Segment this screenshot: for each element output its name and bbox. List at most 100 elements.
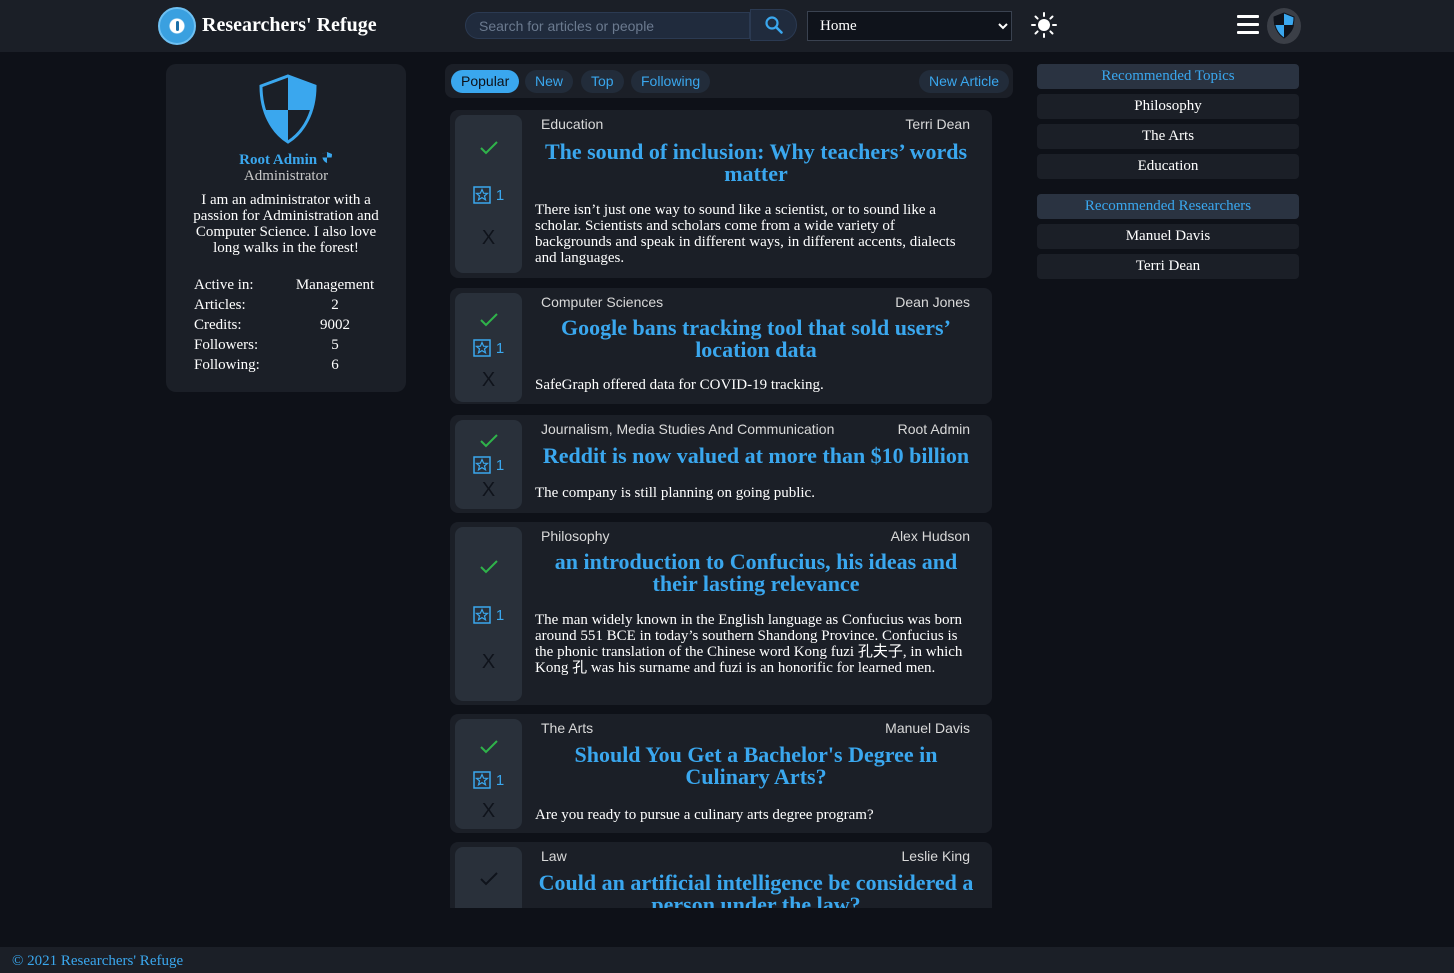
shield-icon bbox=[259, 74, 317, 144]
reject-x: X bbox=[481, 227, 496, 249]
article-topic[interactable]: The Arts bbox=[541, 720, 593, 736]
footer-copyright: © 2021 Researchers' Refuge bbox=[12, 953, 184, 969]
article-card[interactable]: 1 X Computer Sciences Dean Jones Google … bbox=[450, 288, 992, 404]
tab-new[interactable]: New bbox=[525, 70, 574, 93]
tab-following[interactable]: Following bbox=[631, 70, 711, 93]
stat-label: Active in: bbox=[194, 277, 254, 293]
reject-x: X bbox=[481, 800, 496, 822]
search-input[interactable] bbox=[466, 13, 749, 38]
stat-value: 2 bbox=[331, 297, 339, 313]
check-icon bbox=[479, 740, 498, 754]
stat-label: Following: bbox=[194, 357, 260, 373]
vote-column: 1 X bbox=[455, 527, 522, 701]
approve-button[interactable] bbox=[455, 313, 522, 327]
approve-button[interactable] bbox=[455, 560, 522, 574]
approve-button[interactable] bbox=[455, 740, 522, 754]
profile-stats: Active in: Management Articles: 2 Credits:… bbox=[194, 275, 384, 375]
article-title[interactable]: Could an artificial intelligence be cons… bbox=[532, 872, 980, 909]
profile-name[interactable]: Root Admin bbox=[166, 151, 406, 169]
star-count: 1 bbox=[495, 339, 505, 357]
article-author[interactable]: Terri Dean bbox=[905, 116, 970, 132]
theme-toggle-button[interactable] bbox=[1031, 12, 1057, 38]
profile-card: Root Admin Administrator I am an adminis… bbox=[166, 64, 406, 392]
reject-button[interactable]: X bbox=[455, 369, 522, 392]
stat-value: 9002 bbox=[320, 317, 350, 333]
article-title[interactable]: an introduction to Confucius, his ideas … bbox=[532, 551, 980, 595]
article-summary: There isn’t just one way to sound like a… bbox=[535, 202, 956, 266]
shield-icon bbox=[1273, 12, 1295, 39]
check-icon bbox=[479, 872, 498, 886]
article-summary: SafeGraph offered data for COVID-19 trac… bbox=[535, 377, 824, 393]
navigation-select[interactable]: Home bbox=[807, 11, 1012, 41]
article-topic[interactable]: Philosophy bbox=[541, 528, 610, 544]
star-button[interactable]: 1 bbox=[455, 456, 522, 474]
article-author[interactable]: Root Admin bbox=[898, 421, 970, 437]
article-card[interactable]: 1 X The Arts Manuel Davis Should You Get… bbox=[450, 714, 992, 833]
star-button[interactable]: 1 bbox=[455, 771, 522, 789]
approve-button[interactable] bbox=[455, 434, 522, 448]
stat-row-credits: Credits: 9002 bbox=[194, 315, 384, 335]
star-button[interactable]: 1 bbox=[455, 339, 522, 357]
admin-badge-icon bbox=[321, 152, 332, 163]
topic-item[interactable]: Education bbox=[1037, 154, 1299, 179]
search-icon bbox=[764, 16, 783, 34]
footer: © 2021 Researchers' Refuge bbox=[0, 947, 1454, 973]
check-icon bbox=[479, 434, 498, 448]
reject-x: X bbox=[481, 369, 496, 391]
logo-icon[interactable] bbox=[158, 7, 196, 45]
search-button[interactable] bbox=[750, 9, 797, 41]
reject-button[interactable]: X bbox=[455, 800, 522, 823]
article-title[interactable]: Should You Get a Bachelor's Degree in Cu… bbox=[532, 744, 980, 788]
star-count: 1 bbox=[495, 456, 505, 474]
article-topic[interactable]: Computer Sciences bbox=[541, 294, 663, 310]
article-author[interactable]: Manuel Davis bbox=[885, 720, 970, 736]
reject-button[interactable]: X bbox=[455, 227, 522, 250]
article-card[interactable]: 1 X Journalism, Media Studies And Commun… bbox=[450, 415, 992, 513]
reject-button[interactable]: X bbox=[455, 651, 522, 674]
researcher-item[interactable]: Terri Dean bbox=[1037, 254, 1299, 279]
tab-popular[interactable]: Popular bbox=[451, 70, 520, 93]
article-card[interactable]: 1 X Education Terri Dean The sound of in… bbox=[450, 110, 992, 278]
article-card[interactable]: 1 X Philosophy Alex Hudson an introducti… bbox=[450, 522, 992, 705]
star-button[interactable]: 1 bbox=[455, 606, 522, 624]
profile-bio: I am an administrator with a passion for… bbox=[193, 192, 379, 256]
stat-label: Articles: bbox=[194, 297, 246, 313]
article-summary: The company is still planning on going p… bbox=[535, 485, 815, 501]
approve-button[interactable] bbox=[455, 872, 522, 886]
vote-column: 1 X bbox=[455, 420, 522, 509]
check-icon bbox=[479, 313, 498, 327]
article-author[interactable]: Alex Hudson bbox=[891, 528, 970, 544]
topic-item[interactable]: Philosophy bbox=[1037, 94, 1299, 119]
check-icon bbox=[479, 141, 498, 155]
new-article-button[interactable]: New Article bbox=[919, 70, 1010, 93]
hamburger-menu-icon[interactable] bbox=[1237, 15, 1259, 37]
star-icon bbox=[473, 339, 491, 357]
tab-top[interactable]: Top bbox=[581, 70, 624, 93]
article-topic[interactable]: Education bbox=[541, 116, 603, 132]
researcher-item[interactable]: Manuel Davis bbox=[1037, 224, 1299, 249]
article-author[interactable]: Leslie King bbox=[902, 848, 971, 864]
approve-button[interactable] bbox=[455, 141, 522, 155]
star-button[interactable]: 1 bbox=[455, 186, 522, 204]
article-summary: The man widely known in the English lang… bbox=[535, 612, 963, 676]
reject-button[interactable]: X bbox=[455, 479, 522, 502]
article-title[interactable]: Reddit is now valued at more than $10 bi… bbox=[532, 445, 980, 467]
star-icon bbox=[473, 606, 491, 624]
article-author[interactable]: Dean Jones bbox=[895, 294, 970, 310]
article-topic[interactable]: Law bbox=[541, 848, 567, 864]
avatar[interactable] bbox=[1267, 8, 1301, 44]
article-feed: 1 X Education Terri Dean The sound of in… bbox=[450, 110, 992, 908]
article-title[interactable]: The sound of inclusion: Why teachers’ wo… bbox=[532, 141, 980, 185]
topic-item[interactable]: The Arts bbox=[1037, 124, 1299, 149]
stat-row-following: Following: 6 bbox=[194, 355, 384, 375]
profile-name-text[interactable]: Root Admin bbox=[239, 152, 317, 168]
star-icon bbox=[473, 456, 491, 474]
vote-column: 1 X bbox=[455, 847, 522, 908]
article-title[interactable]: Google bans tracking tool that sold user… bbox=[532, 317, 980, 361]
article-card[interactable]: 1 X Law Leslie King Could an artificial … bbox=[450, 842, 992, 908]
brand-title[interactable]: Researchers' Refuge bbox=[202, 14, 377, 37]
check-icon bbox=[479, 560, 498, 574]
article-topic[interactable]: Journalism, Media Studies And Communicat… bbox=[541, 421, 834, 437]
vote-column: 1 X bbox=[455, 293, 522, 402]
stat-row-articles: Articles: 2 bbox=[194, 295, 384, 315]
